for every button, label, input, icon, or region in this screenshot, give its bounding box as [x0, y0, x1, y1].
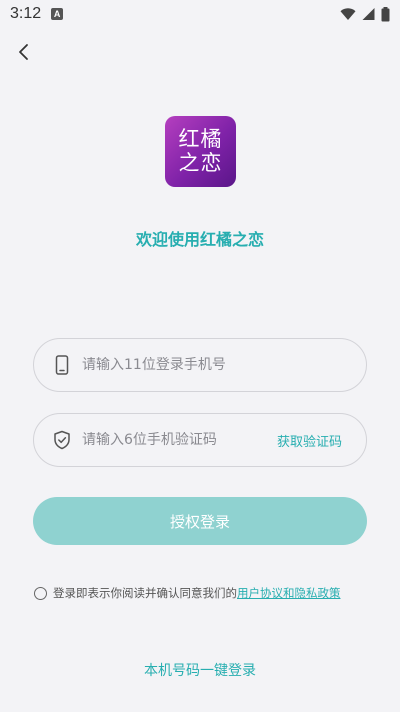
logo-line-2: 之恋	[178, 151, 223, 175]
app-logo: 红橘 之恋	[165, 116, 236, 187]
status-left: 3:12 A	[10, 5, 64, 23]
battery-icon	[381, 6, 390, 21]
shield-icon	[52, 430, 72, 450]
status-right	[340, 6, 390, 22]
status-bar: 3:12 A	[0, 0, 400, 28]
welcome-title: 欢迎使用红橘之恋	[135, 230, 264, 249]
code-field: 获取验证码	[33, 413, 367, 467]
phone-icon	[52, 355, 72, 375]
agreement-row: 登录即表示你阅读并确认同意我们的 用户协议和隐私政策	[34, 584, 374, 602]
get-code-button[interactable]: 获取验证码	[277, 431, 342, 450]
logo-line-1: 红橘	[178, 127, 223, 151]
back-button[interactable]	[12, 38, 36, 66]
policy-link[interactable]: 用户协议和隐私政策	[237, 585, 341, 601]
verification-code-input[interactable]	[82, 432, 277, 448]
chevron-left-icon	[19, 44, 28, 60]
signal-icon	[362, 8, 375, 20]
agreement-text: 登录即表示你阅读并确认同意我们的	[53, 586, 237, 600]
phone-input[interactable]	[82, 357, 366, 373]
status-time: 3:12	[10, 5, 42, 22]
one-click-login-link[interactable]: 本机号码一键登录	[0, 660, 400, 680]
wifi-icon	[340, 8, 356, 20]
authorize-login-button[interactable]: 授权登录	[33, 497, 367, 545]
agreement-checkbox[interactable]	[34, 586, 47, 600]
notification-icon: A	[51, 8, 64, 20]
phone-field	[33, 338, 367, 392]
